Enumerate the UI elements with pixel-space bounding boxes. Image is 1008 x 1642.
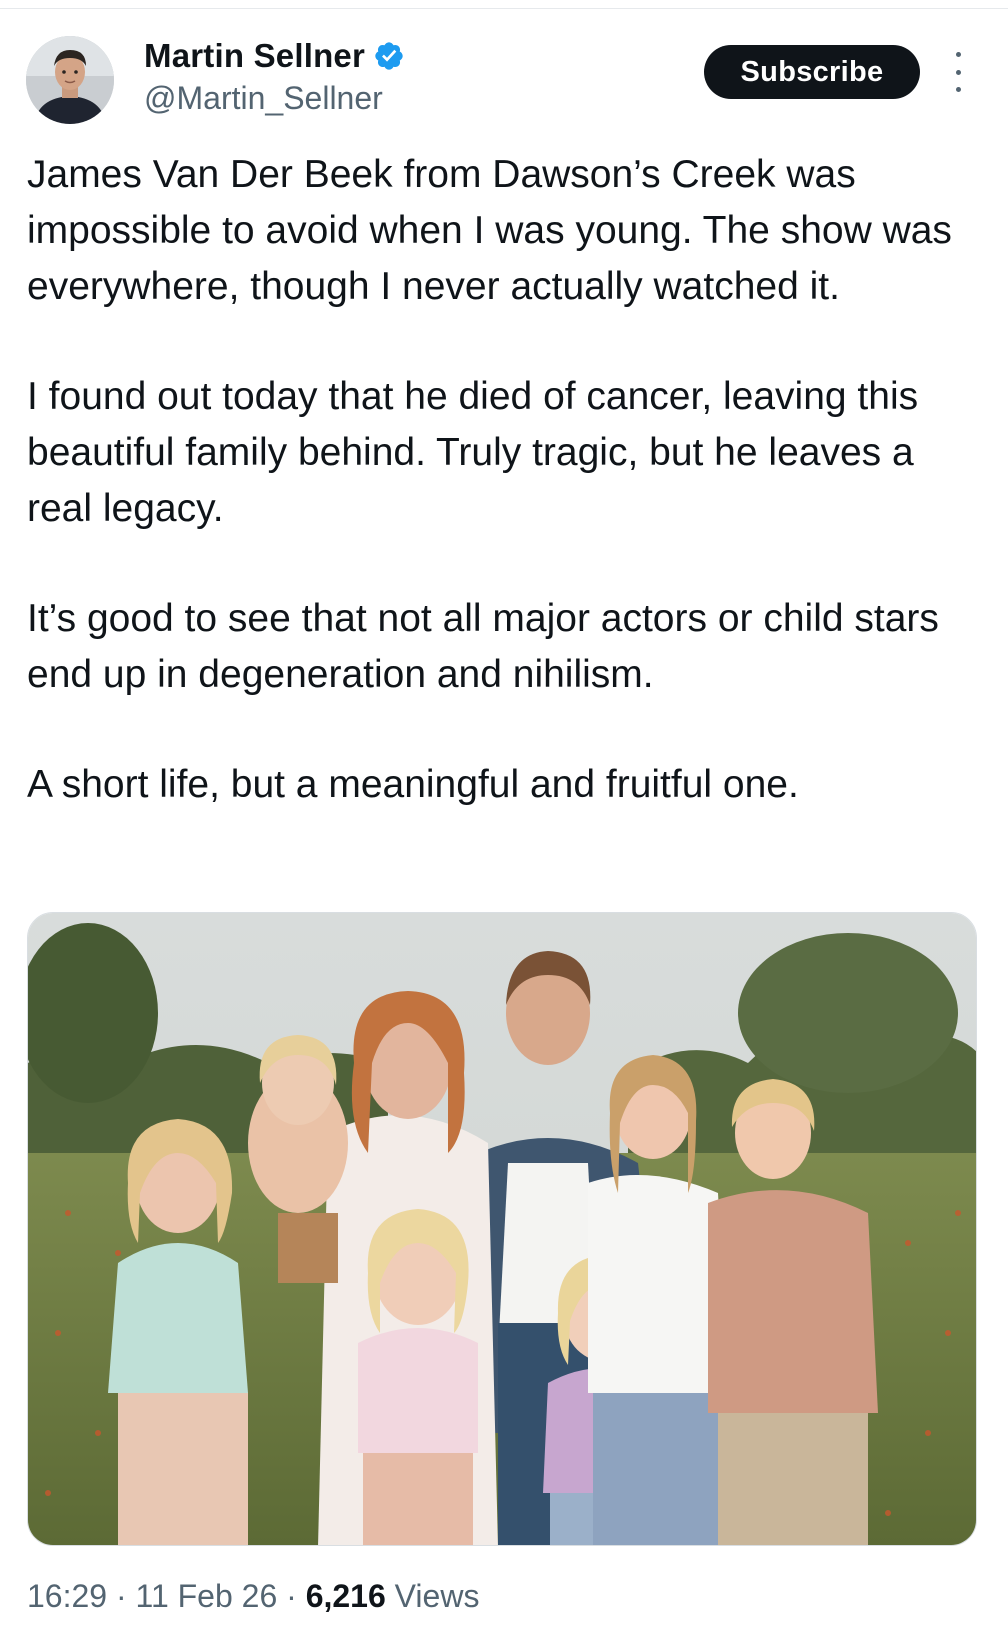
author-avatar[interactable] bbox=[26, 36, 114, 124]
tweet-paragraph: I found out today that he died of cancer… bbox=[27, 375, 919, 530]
avatar-image bbox=[26, 36, 114, 124]
tweet-date[interactable]: 11 Feb 26 bbox=[136, 1578, 278, 1614]
tweet-photo[interactable] bbox=[27, 912, 977, 1546]
more-dot bbox=[955, 52, 961, 57]
views-label: Views bbox=[394, 1578, 480, 1614]
tweet-paragraph: James Van Der Beek from Dawson’s Creek w… bbox=[27, 153, 952, 308]
meta-separator: · bbox=[286, 1578, 297, 1614]
tweet-metadata: 16:29 · 11 Feb 26 · 6,216 Views bbox=[27, 1578, 479, 1615]
tweet-time[interactable]: 16:29 bbox=[27, 1578, 107, 1614]
verified-badge-icon[interactable] bbox=[373, 40, 405, 72]
more-vertical-icon[interactable] bbox=[946, 52, 970, 92]
family-photo-image bbox=[28, 913, 976, 1545]
views-count: 6,216 bbox=[305, 1578, 386, 1614]
subscribe-button[interactable]: Subscribe bbox=[704, 45, 920, 99]
tweet-paragraph: A short life, but a meaningful and fruit… bbox=[27, 763, 799, 806]
more-dot bbox=[955, 69, 961, 75]
author-handle[interactable]: @Martin_Sellner bbox=[144, 80, 383, 117]
tweet-paragraph: It’s good to see that not all major acto… bbox=[27, 597, 939, 696]
tweet-header: Martin Sellner @Martin_Sellner Subscribe bbox=[0, 0, 1008, 140]
tweet-text: James Van Der Beek from Dawson’s Creek w… bbox=[27, 147, 977, 813]
more-dot bbox=[955, 87, 961, 92]
author-display-name[interactable]: Martin Sellner bbox=[144, 37, 365, 75]
author-name-row: Martin Sellner bbox=[144, 36, 405, 76]
meta-separator: · bbox=[115, 1578, 127, 1614]
